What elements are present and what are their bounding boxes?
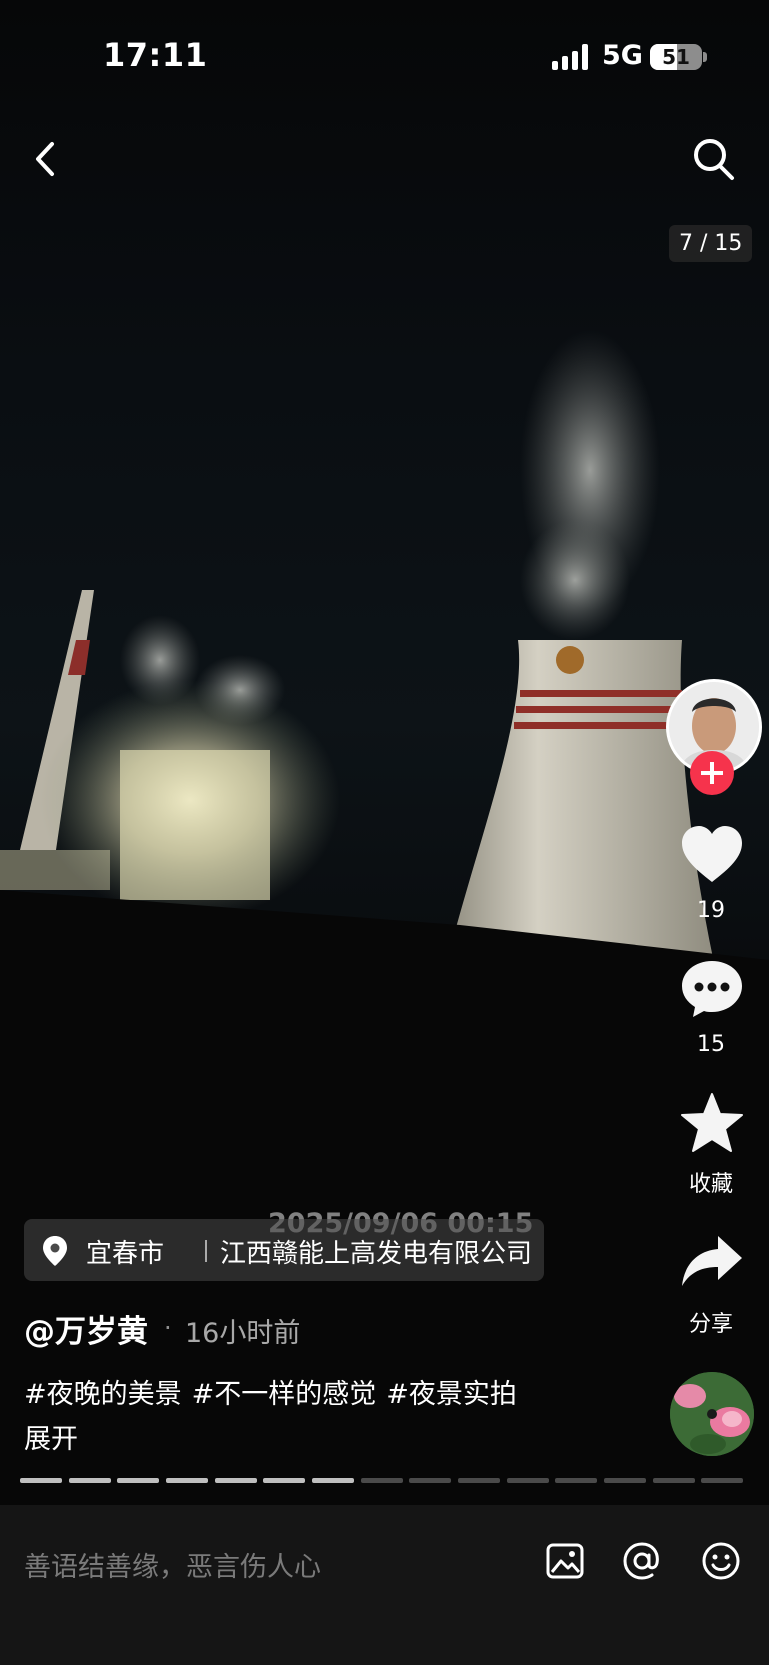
share-label: 分享 [688,1312,733,1337]
favorite-label: 收藏 [688,1172,733,1197]
image-progress-indicator [20,1478,750,1484]
search-button[interactable] [690,134,738,184]
music-cover-image [670,1372,754,1456]
author-name[interactable]: @万岁黄 [24,1306,148,1351]
comment-button[interactable] [680,958,744,1020]
share-icon [682,1236,742,1286]
post-caption: #夜晚的美景 #不一样的感觉 #夜景实拍 [24,1372,527,1411]
battery-icon: 51 [650,44,702,70]
battery-tip [703,52,707,62]
hashtag[interactable]: #夜景实拍 [386,1379,517,1410]
progress-segment [214,1478,257,1483]
location-tag[interactable]: 宜春市 江西赣能上高发电有限公司 [24,1219,544,1281]
image-counter: 7 / 15 [669,225,753,262]
comment-bar: 善语结善缘，恶言伤人心 [0,1505,769,1665]
location-place: 江西赣能上高发电有限公司 [220,1239,533,1269]
progress-segment [555,1478,598,1483]
progress-segment [506,1478,549,1483]
share-button[interactable] [680,1232,744,1294]
music-disc[interactable] [670,1372,754,1456]
follow-button[interactable] [690,751,734,795]
location-city: 宜春市 [86,1239,165,1269]
progress-segment [458,1478,500,1483]
back-icon [36,142,54,176]
image-button[interactable] [545,1541,585,1581]
signal-icon [552,44,592,70]
expand-caption-button[interactable]: 展开 [24,1417,78,1456]
progress-segment [20,1478,62,1483]
at-icon [623,1542,659,1580]
battery-level: 51 [662,45,690,69]
comment-icon [682,961,742,1017]
progress-segment [701,1478,744,1483]
status-bar: 17:11 5G 51 [0,0,769,110]
location-pin-icon [43,1236,67,1266]
favorite-button[interactable] [680,1092,744,1154]
progress-segment [652,1478,695,1483]
clock: 17:11 [103,36,208,74]
hashtag[interactable]: #不一样的感觉 [192,1379,377,1410]
progress-segment [360,1478,403,1483]
search-icon [694,139,734,180]
progress-segment [166,1478,208,1483]
comment-count: 15 [697,1032,725,1057]
location-divider [205,1240,207,1262]
heart-icon [682,826,742,882]
emoji-button[interactable] [701,1541,741,1581]
progress-segment [312,1478,354,1483]
image-icon [546,1543,584,1579]
progress-segment [604,1478,646,1483]
meta-separator: · [164,1314,172,1342]
progress-segment [117,1478,160,1483]
like-button[interactable] [680,824,744,886]
like-count: 19 [697,898,725,923]
post-time: 16小时前 [185,1318,301,1349]
comment-input[interactable]: 善语结善缘，恶言伤人心 [24,1545,321,1584]
progress-segment [68,1478,111,1483]
mention-button[interactable] [622,1541,662,1581]
hashtag[interactable]: #夜晚的美景 [24,1379,182,1410]
network-type: 5G [602,40,643,71]
progress-segment [409,1478,452,1483]
emoji-icon [702,1542,740,1580]
progress-segment [263,1478,306,1483]
back-button[interactable] [28,134,68,184]
star-icon [681,1093,743,1152]
